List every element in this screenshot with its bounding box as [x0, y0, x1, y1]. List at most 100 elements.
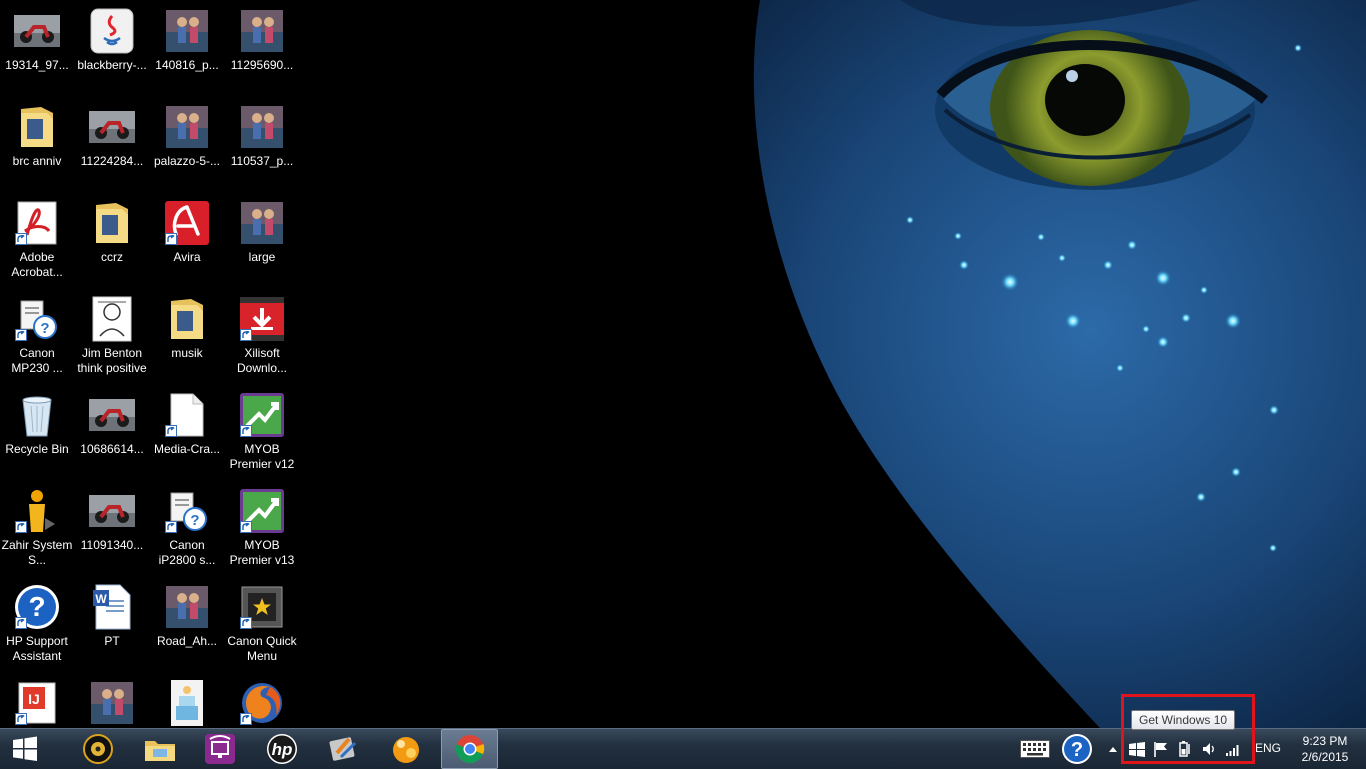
adobe-acrobat-icon	[13, 199, 61, 247]
start-button[interactable]	[0, 729, 50, 769]
photo-icon	[163, 583, 211, 631]
pdf-file-icon: IJ	[13, 679, 61, 727]
desktop-icon-label: 11295690...	[230, 58, 294, 72]
desktop-icon[interactable]: 110537_p...	[224, 97, 300, 189]
desktop-icon[interactable]: IJkisi kisi blk	[0, 673, 75, 728]
taskbar-music-app[interactable]	[316, 729, 372, 769]
desktop-icon[interactable]: Zahir System S...	[0, 481, 75, 573]
shortcut-arrow-icon	[15, 329, 27, 341]
folder-icon	[88, 199, 136, 247]
desktop-icon-label: Adobe Acrobat...	[11, 250, 63, 279]
tray-keyboard[interactable]	[1018, 729, 1052, 769]
myob-icon	[238, 487, 286, 535]
word-document-icon: W	[88, 583, 136, 631]
printer-help-icon: ?	[13, 295, 61, 343]
desktop-icon-label: large	[248, 250, 276, 264]
desktop-icon[interactable]: Xilisoft Downlo...	[224, 289, 300, 381]
desktop-icon-label: MYOB Premier v13	[229, 538, 295, 567]
clock-date: 2/6/2015	[1301, 750, 1349, 764]
language-indicator[interactable]: ENG	[1255, 741, 1281, 755]
desktop-icon[interactable]: ? Canon MP230 ...	[0, 289, 75, 381]
shortcut-arrow-icon	[240, 713, 252, 725]
desktop-icon[interactable]: Media-Cra...	[149, 385, 225, 477]
firefox-icon	[238, 679, 286, 727]
photo-icon	[238, 103, 286, 151]
clock[interactable]: 9:23 PM 2/6/2015	[1290, 733, 1360, 765]
desktop-icon[interactable]: MYOB Premier v12	[224, 385, 300, 477]
desktop-icon[interactable]: Jim Benton think positive	[74, 289, 150, 381]
photo-icon	[238, 199, 286, 247]
taskbar-media-player[interactable]	[70, 729, 126, 769]
shortcut-arrow-icon	[15, 521, 27, 533]
shortcut-arrow-icon	[165, 521, 177, 533]
photo-icon	[238, 7, 286, 55]
help-icon: ?	[1062, 734, 1092, 764]
show-hidden-icons-arrow	[1109, 747, 1117, 752]
recycle-bin-icon	[13, 391, 61, 439]
shortcut-arrow-icon	[240, 617, 252, 629]
cake-photo-icon	[163, 679, 211, 727]
desktop-icon-label: Recycle Bin	[5, 442, 69, 456]
taskbar-bubble-app[interactable]	[378, 729, 434, 769]
desktop-icon[interactable]: 11295690...	[224, 1, 300, 93]
cartoon-image-icon	[88, 295, 136, 343]
desktop-icon[interactable]: 11224284...	[74, 97, 150, 189]
media-player-icon	[83, 734, 113, 764]
desktop-icon-label: 140816_p...	[155, 58, 219, 72]
shortcut-arrow-icon	[240, 425, 252, 437]
desktop-icon[interactable]: Mozilla Firefox	[224, 673, 300, 728]
desktop-icon-label: Jim Benton think positive	[77, 346, 147, 375]
desktop-icon-label: 11091340...	[80, 538, 144, 552]
taskbar-file-explorer[interactable]	[132, 729, 188, 769]
svg-text:?: ?	[190, 512, 199, 529]
taskbar-wireless-display[interactable]	[192, 729, 248, 769]
folder-icon	[13, 103, 61, 151]
desktop-icon-label: Zahir System S...	[1, 538, 73, 567]
shortcut-arrow-icon	[15, 233, 27, 245]
motorcycle-photo-icon	[88, 487, 136, 535]
desktop-icon-label: Media-Cra...	[153, 442, 221, 456]
desktop-icon[interactable]: W PT	[74, 577, 150, 669]
desktop-icon[interactable]: Canon Quick Menu	[224, 577, 300, 669]
desktop-icon[interactable]: ? Canon iP2800 s...	[149, 481, 225, 573]
folder-icon	[145, 741, 175, 761]
desktop-icon[interactable]: palazzo-5-...	[149, 97, 225, 189]
myob-icon	[238, 391, 286, 439]
svg-text:?: ?	[1071, 739, 1083, 761]
motorcycle-photo-icon	[13, 7, 61, 55]
taskbar-chrome[interactable]	[441, 729, 498, 769]
desktop-icon[interactable]: ccrz	[74, 193, 150, 285]
taskbar-hp[interactable]: hp	[254, 729, 310, 769]
desktop-icon[interactable]: 10686614...	[74, 385, 150, 477]
desktop-icon[interactable]: double_yel...	[74, 673, 150, 728]
desktop-icon-label: 110537_p...	[230, 154, 294, 168]
desktop-icon[interactable]: large	[224, 193, 300, 285]
blank-file-icon	[163, 391, 211, 439]
clock-time: 9:23 PM	[1302, 734, 1348, 748]
desktop-icon[interactable]: brc anniv	[0, 97, 75, 189]
desktop-icon[interactable]: Road_Ah...	[149, 577, 225, 669]
desktop-icon[interactable]: 140816_p...	[149, 1, 225, 93]
chrome-icon	[455, 735, 484, 764]
desktop-icon[interactable]: Recycle Bin	[0, 385, 75, 477]
shortcut-arrow-icon	[240, 329, 252, 341]
java-file-icon	[88, 7, 136, 55]
motorcycle-photo-icon	[88, 391, 136, 439]
desktop-icon[interactable]: Adobe Acrobat...	[0, 193, 75, 285]
desktop-icon[interactable]: 19314_97...	[0, 1, 75, 93]
desktop-icon[interactable]: blackberry-...	[74, 1, 150, 93]
desktop-icon[interactable]: 11091340...	[74, 481, 150, 573]
desktop-icon[interactable]: musik	[149, 289, 225, 381]
desktop[interactable]: 19314_97... blackberry-... 140816_p... 1129…	[0, 0, 1366, 728]
desktop-icon[interactable]: MYOB Premier v13	[224, 481, 300, 573]
desktop-icon-label: ccrz	[101, 250, 123, 264]
canon-quick-menu-icon	[238, 583, 286, 631]
svg-text:hp: hp	[272, 740, 293, 759]
photo-icon	[88, 679, 136, 727]
tray-help[interactable]: ?	[1060, 729, 1094, 769]
show-hidden-icons[interactable]	[1106, 729, 1120, 769]
desktop-icon[interactable]: e2a45-1-3...	[149, 673, 225, 728]
desktop-icon[interactable]: ? HP Support Assistant	[0, 577, 75, 669]
desktop-icon[interactable]: Avira	[149, 193, 225, 285]
desktop-icon-label: 19314_97...	[5, 58, 69, 72]
